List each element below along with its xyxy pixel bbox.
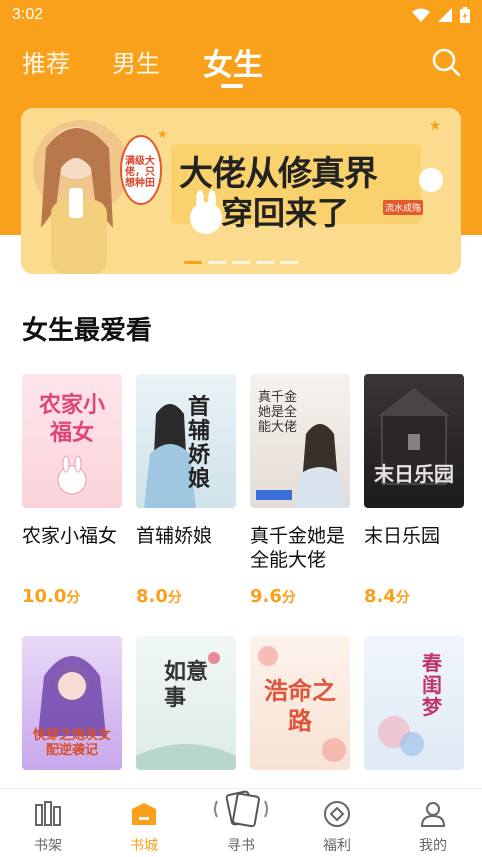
book-cover[interactable]: 真千金她是全能大佬 — [250, 374, 350, 508]
battery-icon — [460, 7, 470, 23]
book-card[interactable]: 快穿之炮灰女配逆袭记 — [22, 636, 122, 770]
nav-bookshelf[interactable]: 书架 — [13, 797, 83, 855]
banner-title-line2: 穿回来了 — [221, 194, 350, 232]
signal-icon — [438, 8, 452, 22]
book-cover-title: 真千金她是全能大佬 — [258, 390, 298, 435]
book-score: 9.6分 — [250, 586, 296, 607]
svg-text:★: ★ — [157, 127, 168, 141]
nav-label: 书架 — [34, 838, 62, 854]
book-cover-title: 首辅娇娘 — [188, 395, 211, 492]
book-title[interactable]: 末日乐园 — [364, 524, 476, 548]
banner-bubble: 满级大佬，只想种田 — [125, 156, 155, 189]
svg-text:★: ★ — [429, 118, 442, 134]
book-cover-title: 快穿之炮灰女配逆袭记 — [32, 728, 111, 758]
category-tabs: 推荐 男生 女生 — [0, 30, 482, 94]
bottom-navigation: 书架 书城 寻书 福利 我的 — [0, 788, 482, 857]
active-tab-indicator — [221, 84, 243, 88]
book-score: 8.0分 — [136, 586, 182, 607]
book-card[interactable]: 末日乐园 末日乐园 — [364, 374, 464, 548]
status-bar: 3:02 — [0, 0, 482, 30]
promo-banner[interactable]: ★ ★ 满级大佬，只想种田 大佬从修真界 穿回来了 流水成殇 — [21, 108, 461, 274]
book-cover[interactable]: 春闺梦 — [364, 636, 464, 770]
banner-author: 流水成殇 — [383, 200, 424, 215]
book-cover[interactable]: 浩命之路 — [250, 636, 350, 770]
nav-label: 福利 — [323, 838, 351, 854]
book-cover[interactable]: 农家小福女 — [22, 374, 122, 508]
book-score: 10.0分 — [22, 586, 80, 607]
search-icon — [432, 48, 461, 77]
banner-pagination — [21, 261, 461, 264]
score-unit: 分 — [167, 590, 182, 606]
banner-dot[interactable] — [184, 261, 202, 264]
banner-dot[interactable] — [256, 261, 274, 264]
book-cover[interactable]: 末日乐园 — [364, 374, 464, 508]
tab-female[interactable]: 女生 — [203, 40, 263, 84]
nav-profile[interactable]: 我的 — [398, 797, 468, 855]
book-cover[interactable]: 如意事 — [136, 636, 236, 770]
score-value: 8.0 — [136, 586, 168, 607]
nav-label: 寻书 — [227, 838, 255, 854]
bookstore-icon — [132, 803, 156, 825]
book-title[interactable]: 农家小福女 — [22, 524, 134, 548]
book-card[interactable]: 首辅娇娘 首辅娇娘 — [136, 374, 236, 548]
book-cover-title: 春闺梦 — [422, 651, 442, 719]
score-unit: 分 — [66, 590, 81, 606]
banner-dot[interactable] — [280, 261, 298, 264]
section-title: 女生最爱看 — [22, 316, 153, 346]
book-cover-title: 末日乐园 — [374, 462, 454, 486]
find-book-icon — [214, 790, 268, 828]
score-value: 10.0 — [22, 586, 67, 607]
wifi-icon — [412, 8, 430, 22]
banner-dot[interactable] — [208, 261, 226, 264]
book-cover-title: 农家小福女 — [38, 393, 105, 446]
book-title[interactable]: 真千金她是全能大佬 — [250, 524, 362, 572]
banner-dot[interactable] — [232, 261, 250, 264]
nav-bookstore[interactable]: 书城 — [109, 797, 179, 855]
score-unit: 分 — [281, 590, 296, 606]
tab-recommend[interactable]: 推荐 — [22, 44, 70, 79]
book-card[interactable]: 如意事 — [136, 636, 236, 770]
book-card[interactable]: 春闺梦 — [364, 636, 464, 770]
book-cover[interactable]: 首辅娇娘 — [136, 374, 236, 508]
bookshelf-icon — [35, 801, 61, 826]
nav-welfare[interactable]: 福利 — [302, 797, 372, 855]
book-cover-title: 浩命之路 — [264, 677, 336, 735]
book-card[interactable]: 农家小福女 农家小福女 — [22, 374, 122, 548]
status-icons — [412, 7, 470, 23]
nav-label: 我的 — [419, 838, 447, 854]
score-value: 8.4 — [364, 586, 396, 607]
search-button[interactable] — [430, 46, 462, 78]
book-card[interactable]: 真千金她是全能大佬 真千金她是全能大佬 — [250, 374, 350, 572]
book-title[interactable]: 首辅娇娘 — [136, 524, 248, 548]
book-cover-title: 如意事 — [164, 660, 209, 711]
profile-icon — [420, 802, 446, 827]
nav-find-book[interactable]: 寻书 — [206, 789, 276, 855]
welfare-icon — [324, 801, 350, 827]
nav-label: 书城 — [130, 838, 158, 854]
status-time: 3:02 — [12, 6, 44, 23]
tab-male[interactable]: 男生 — [112, 44, 160, 79]
book-cover[interactable]: 快穿之炮灰女配逆袭记 — [22, 636, 122, 770]
score-value: 9.6 — [250, 586, 282, 607]
score-unit: 分 — [395, 590, 410, 606]
book-card[interactable]: 浩命之路 — [250, 636, 350, 770]
book-score: 8.4分 — [364, 586, 410, 607]
